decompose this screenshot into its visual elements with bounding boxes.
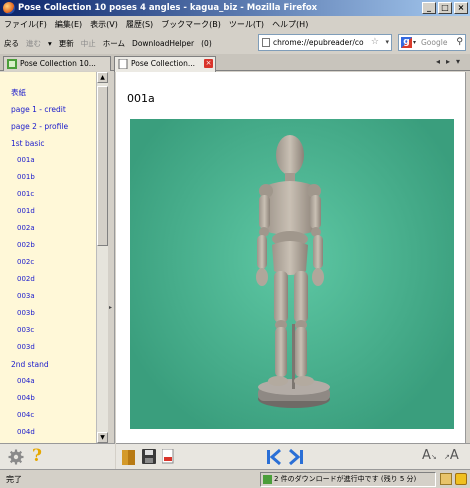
search-icon[interactable]: ⚲ — [456, 35, 463, 50]
lock-icon[interactable] — [455, 473, 467, 485]
toc-item[interactable]: 004c — [0, 407, 107, 424]
tab-scroll-arrows-icon[interactable]: ◂▸▾ — [436, 57, 466, 66]
menu-bookmarks[interactable]: ブックマーク(B) — [161, 19, 221, 30]
tab-label: Pose Collection 10... — [20, 59, 96, 68]
forward-button[interactable]: 進む — [26, 38, 41, 49]
scrollbar-thumb[interactable] — [97, 86, 108, 246]
arrow-down-icon: ↘ — [430, 453, 437, 461]
toc-item[interactable]: 004d — [0, 424, 107, 441]
firefox-icon — [3, 2, 15, 14]
splitter-grip-icon[interactable]: ▸ — [109, 304, 112, 311]
minimize-button[interactable]: _ — [422, 2, 436, 14]
pdf-icon[interactable] — [162, 449, 174, 464]
page-icon — [262, 38, 270, 47]
close-button[interactable]: × — [454, 2, 468, 14]
toc-item[interactable]: 表紙 — [0, 84, 107, 101]
url-dropdown-icon[interactable]: ▾ — [385, 35, 389, 50]
history-dropdown-icon[interactable]: ▾ — [48, 39, 52, 48]
toc-item[interactable]: 1st basic — [0, 135, 107, 152]
tab-pose-collection-2[interactable]: Pose Collection... × — [114, 56, 216, 72]
download-icon — [263, 475, 272, 484]
toc-item[interactable]: 003d — [0, 339, 107, 356]
menu-file[interactable]: ファイル(F) — [4, 19, 47, 30]
maximize-button[interactable]: □ — [438, 2, 452, 14]
window-titlebar: Pose Collection 10 poses 4 angles - kagu… — [0, 0, 470, 16]
menu-history[interactable]: 履歴(S) — [126, 19, 153, 30]
toc-item[interactable]: 001a — [0, 152, 107, 169]
search-placeholder: Google — [421, 38, 448, 47]
downloadhelper-button[interactable]: DownloadHelper — [132, 39, 194, 48]
mannequin-photo — [130, 119, 454, 429]
download-status[interactable]: 2 件のダウンロードが進行中です (残り 5 分) — [260, 472, 436, 487]
toc-item[interactable]: 001b — [0, 169, 107, 186]
toc-sidebar: 表紙 page 1 - credit page 2 - profile 1st … — [0, 72, 108, 443]
sidebar-splitter[interactable]: ▸ — [108, 72, 115, 443]
search-engine-dropdown-icon[interactable]: ▾ — [413, 35, 416, 50]
url-bar[interactable]: chrome://epubreader/co ☆ ▾ — [258, 34, 392, 51]
reader-content: 001a — [116, 72, 466, 443]
home-button[interactable]: ホーム — [103, 38, 125, 49]
font-larger-button[interactable]: ↗A — [444, 448, 459, 463]
toc-list: 表紙 page 1 - credit page 2 - profile 1st … — [0, 72, 107, 441]
toc-item[interactable]: page 1 - credit — [0, 101, 107, 118]
page-heading: 001a — [127, 92, 155, 105]
menu-help[interactable]: ヘルプ(H) — [272, 19, 308, 30]
font-smaller-label: A — [422, 448, 431, 463]
search-bar[interactable]: g ▾ Google ⚲ — [398, 34, 466, 51]
tab-close-icon[interactable]: × — [204, 59, 213, 68]
toc-item[interactable]: 002b — [0, 237, 107, 254]
menu-bar: ファイル(F) 編集(E) 表示(V) 履歴(S) ブックマーク(B) ツール(… — [0, 16, 470, 32]
scroll-down-icon[interactable]: ▼ — [97, 432, 108, 443]
menu-tools[interactable]: ツール(T) — [229, 19, 264, 30]
previous-page-icon[interactable] — [264, 448, 282, 466]
font-smaller-button[interactable]: A↘ — [422, 448, 437, 463]
tab-label: Pose Collection... — [131, 59, 195, 68]
menu-edit[interactable]: 編集(E) — [55, 19, 82, 30]
stop-button[interactable]: 中止 — [81, 38, 96, 49]
font-larger-label: A — [449, 448, 459, 463]
back-button[interactable]: 戻る — [4, 38, 19, 49]
bookmark-star-icon[interactable]: ☆ — [371, 35, 379, 50]
toc-item[interactable]: 003a — [0, 288, 107, 305]
toc-item[interactable]: 003c — [0, 322, 107, 339]
sidebar-scrollbar[interactable]: ▲ ▼ — [96, 72, 108, 443]
status-bar: 完了 2 件のダウンロードが進行中です (残り 5 分) — [0, 469, 470, 488]
toc-item[interactable]: 004a — [0, 373, 107, 390]
page-icon — [118, 59, 128, 69]
tab-icon — [7, 59, 17, 69]
next-page-icon[interactable] — [288, 448, 306, 466]
toc-item[interactable]: 003b — [0, 305, 107, 322]
google-icon[interactable]: g — [401, 37, 412, 48]
toc-item[interactable]: 002d — [0, 271, 107, 288]
scroll-up-icon[interactable]: ▲ — [97, 72, 108, 83]
toc-item[interactable]: 001d — [0, 203, 107, 220]
toc-item[interactable]: 004b — [0, 390, 107, 407]
toc-item[interactable]: 001c — [0, 186, 107, 203]
window-title: Pose Collection 10 poses 4 angles - kagu… — [18, 3, 318, 13]
toc-item[interactable]: 002c — [0, 254, 107, 271]
toc-item[interactable]: 2nd stand — [0, 356, 107, 373]
help-icon[interactable]: ? — [32, 446, 42, 466]
download-status-text: 2 件のダウンロードが進行中です (残り 5 分) — [274, 475, 417, 483]
toc-item[interactable]: 002a — [0, 220, 107, 237]
save-icon[interactable] — [142, 449, 156, 464]
reload-button[interactable]: 更新 — [59, 38, 74, 49]
addon-icon[interactable] — [440, 473, 452, 485]
gear-icon[interactable] — [8, 449, 24, 465]
tab-pose-collection-1[interactable]: Pose Collection 10... — [3, 56, 111, 71]
reader-toolbar: A↘ ↗A — [116, 443, 470, 469]
window-controls: _ □ × — [422, 2, 468, 14]
wooden-mannequin-image — [256, 135, 330, 408]
url-text: chrome://epubreader/co — [273, 38, 364, 47]
tab-bar: Pose Collection 10... Pose Collection...… — [0, 54, 470, 72]
book-icon[interactable] — [122, 449, 136, 466]
toc-item[interactable]: page 2 - profile — [0, 118, 107, 135]
downloadhelper-count: (0) — [201, 38, 212, 48]
status-text: 完了 — [6, 475, 22, 484]
sidebar-tools: ? — [0, 443, 115, 469]
menu-view[interactable]: 表示(V) — [90, 19, 118, 30]
navigation-toolbar: 戻る 進む ▾ 更新 中止 ホーム DownloadHelper (0) chr… — [0, 32, 470, 54]
